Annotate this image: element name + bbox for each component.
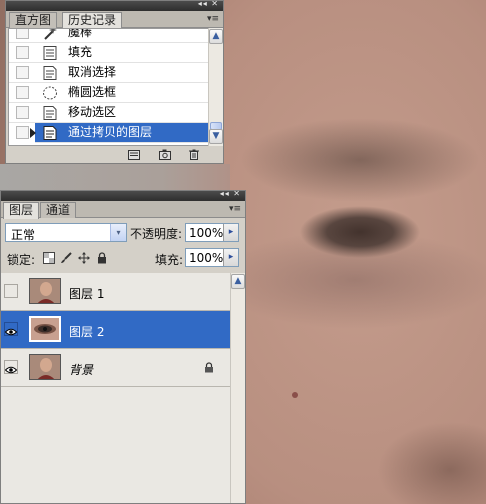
history-item-fill[interactable]: 填充 [9,43,210,63]
new-document-from-state-icon[interactable] [128,149,140,160]
blend-opacity-row: 正常 ▾ 不透明度: 100% ▸ [1,221,247,245]
history-state-icon [42,105,58,121]
layer-name[interactable]: 图层 1 [69,285,104,302]
layer-thumbnail [29,278,61,304]
history-source-checkbox[interactable] [16,66,29,79]
layer-name[interactable]: 图层 2 [69,323,104,340]
history-source-checkbox[interactable] [16,29,29,39]
history-source-checkbox[interactable] [16,46,29,59]
history-item-magic-wand[interactable]: 魔棒 [9,28,210,43]
lock-all-icon[interactable] [96,252,108,264]
lock-position-icon[interactable] [78,252,90,264]
layer-row-background[interactable]: 背景 [1,349,230,387]
history-panel: ◂◂ ✕ 直方图 历史记录 ▾≡ 魔棒 填充 取消选择 椭圆选框 移动选区 通过… [5,0,224,164]
layer-row-layer-2[interactable]: 图层 2 [1,311,230,349]
history-item-label: 移动选区 [68,105,117,119]
layer-list: 图层 1 图层 2 背景 [1,273,230,503]
tab-channels[interactable]: 通道 [40,202,77,218]
blend-mode-value: 正常 [11,228,36,242]
panel-titlebar[interactable]: ◂◂ ✕ [6,0,223,11]
history-item-elliptical-marquee[interactable]: 椭圆选框 [9,83,210,103]
history-item-label: 通过拷贝的图层 [68,125,153,139]
skin-mole [292,392,298,398]
history-item-label: 魔棒 [68,28,93,39]
lock-icon [204,362,214,373]
trash-icon[interactable] [188,149,200,160]
blend-mode-select[interactable]: 正常 ▾ [5,223,127,242]
fill-slider-button[interactable]: ▸ [223,249,238,266]
opacity-slider-button[interactable]: ▸ [223,224,238,241]
elliptical-marquee-icon [42,85,58,101]
history-footer [6,147,223,163]
tab-layers[interactable]: 图层 [3,202,40,219]
scroll-up-button[interactable]: ▲ [231,274,245,289]
panel-menu-icon[interactable]: ▾≡ [207,14,219,24]
fill-field[interactable]: 100% ▸ [185,248,239,267]
fill-value: 100% [189,251,224,265]
history-source-checkbox[interactable] [16,106,29,119]
visibility-toggle[interactable] [4,284,18,298]
history-source-checkbox[interactable] [16,86,29,99]
layers-tabbar: 图层 通道 ▾≡ [1,201,245,219]
history-item-label: 椭圆选框 [68,85,117,99]
history-state-marker[interactable] [9,123,36,143]
history-item-deselect[interactable]: 取消选择 [9,63,210,83]
panel-collapse-close-controls[interactable]: ◂◂ ✕ [198,0,219,8]
current-state-arrow-icon [30,128,36,138]
history-tabbar: 直方图 历史记录 ▾≡ [6,11,223,29]
workspace-background [0,164,230,190]
tab-histogram[interactable]: 直方图 [9,12,58,28]
lock-fill-row: 锁定: 填充: 100% ▸ [1,247,247,269]
lock-transparent-pixels-icon[interactable] [43,252,55,264]
history-state-icon [42,65,58,81]
eye-icon[interactable] [4,363,18,374]
scroll-down-button[interactable]: ▼ [209,129,223,144]
layers-panel: ◂◂ ✕ 图层 通道 ▾≡ 正常 ▾ 不透明度: 100% ▸ 锁定: 填充: [0,189,247,504]
magic-wand-icon [42,29,58,41]
fill-label: 填充: [155,253,184,267]
eye-icon[interactable] [4,325,18,336]
panel-titlebar[interactable]: ◂◂ ✕ [1,189,245,201]
opacity-value: 100% [189,226,224,240]
layer-thumbnail [29,354,61,380]
layer-row-layer-1[interactable]: 图层 1 [1,273,230,311]
history-item-label: 填充 [68,45,93,59]
opacity-label: 不透明度: [130,227,183,241]
history-state-icon [42,125,58,141]
layer-thumbnail [29,316,61,342]
history-list: 魔棒 填充 取消选择 椭圆选框 移动选区 通过拷贝的图层 [8,28,211,146]
chevron-down-icon[interactable]: ▾ [110,224,126,241]
panel-collapse-close-controls[interactable]: ◂◂ ✕ [220,189,241,198]
panel-menu-icon[interactable]: ▾≡ [229,204,241,214]
history-state-icon [42,45,58,61]
snapshot-camera-icon[interactable] [159,149,171,160]
history-item-label: 取消选择 [68,65,117,79]
opacity-field[interactable]: 100% ▸ [185,223,239,242]
history-item-layer-via-copy[interactable]: 通过拷贝的图层 [35,123,210,143]
lock-image-pixels-icon[interactable] [60,252,72,264]
layers-scrollbar[interactable]: ▲ [230,273,245,503]
history-source-checkbox[interactable] [16,126,29,139]
layer-name[interactable]: 背景 [69,361,93,378]
history-scrollbar[interactable]: ▲ ▼ [208,28,223,146]
tab-history[interactable]: 历史记录 [62,12,123,29]
history-item-move-selection[interactable]: 移动选区 [9,103,210,123]
scroll-up-button[interactable]: ▲ [209,29,223,44]
lock-label: 锁定: [7,253,36,267]
